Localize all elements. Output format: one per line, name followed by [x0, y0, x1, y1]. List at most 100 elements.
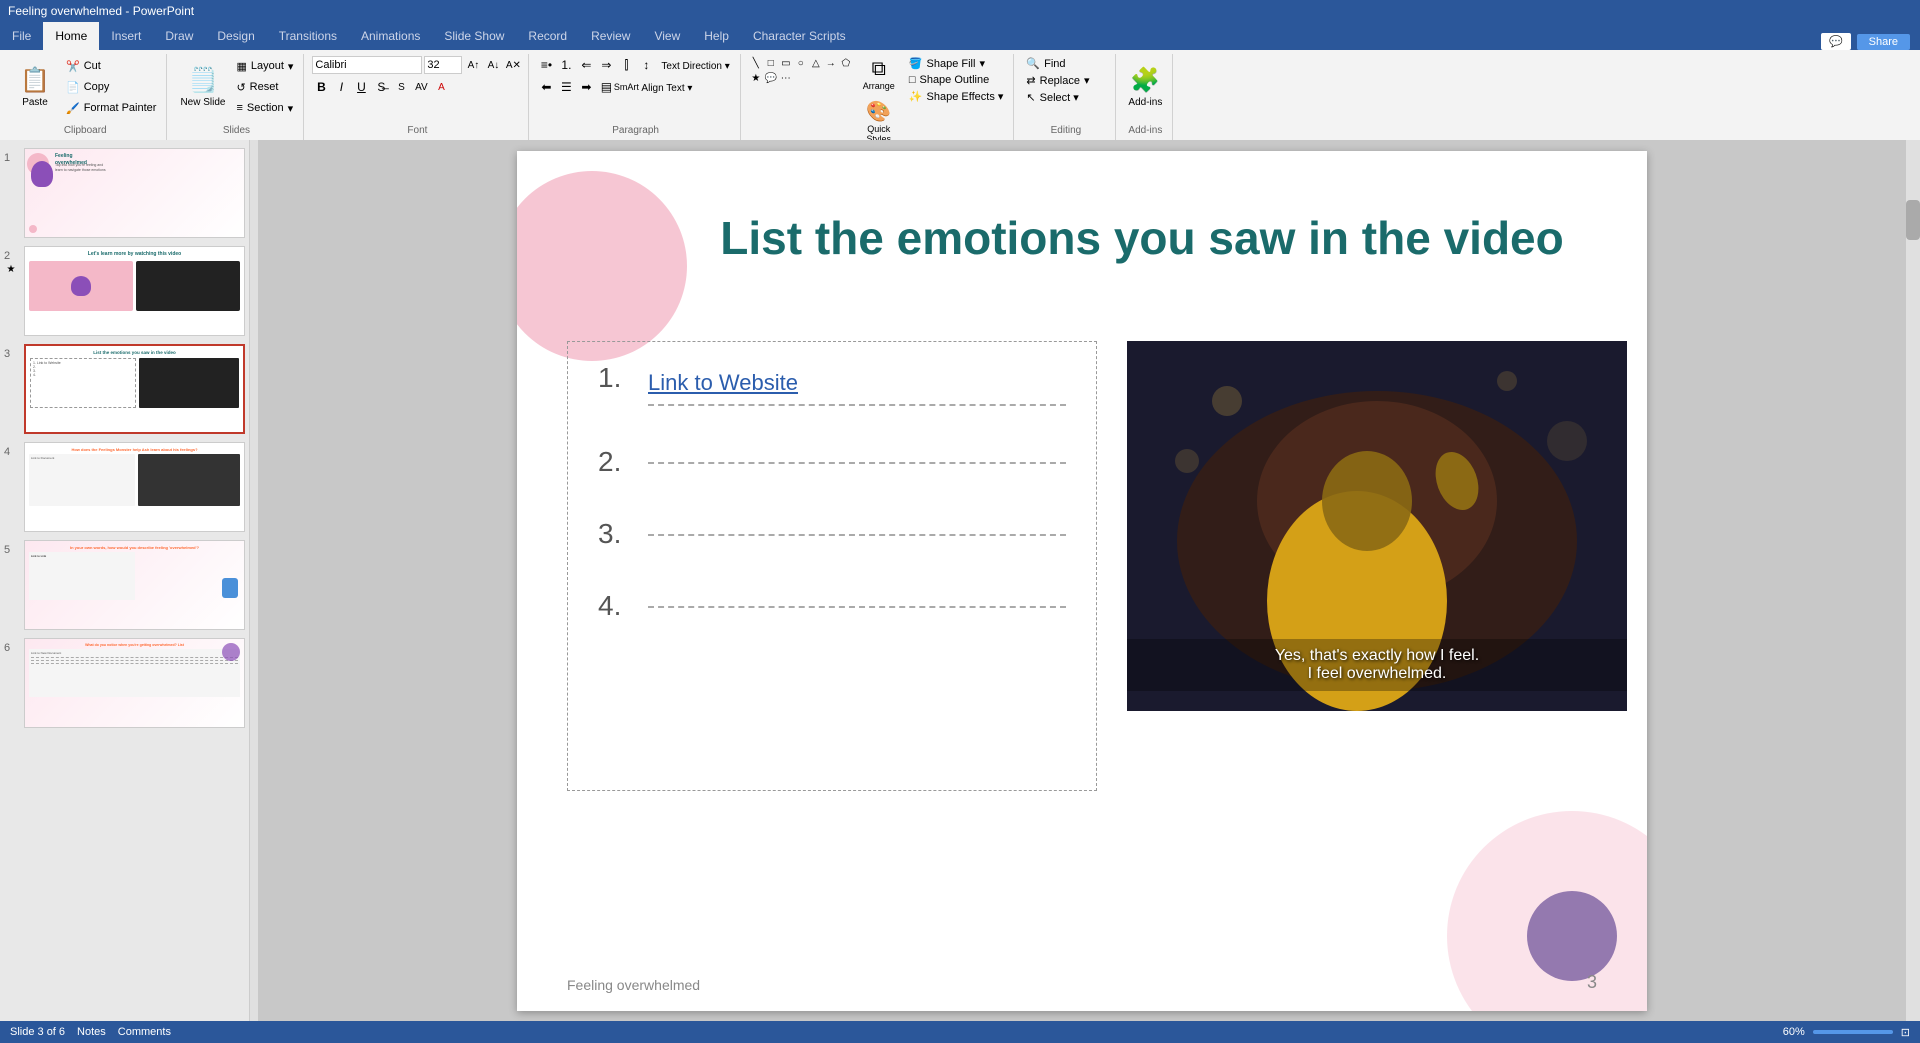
copy-button[interactable]: 📄 Copy: [62, 77, 160, 97]
shape-rect[interactable]: □: [764, 56, 778, 70]
numbering-button[interactable]: 1.: [557, 56, 575, 74]
slide-img-3[interactable]: List the emotions you saw in the video 1…: [24, 344, 245, 434]
quick-styles-button[interactable]: 🎨 Quick Styles: [861, 97, 897, 146]
bold-button[interactable]: B: [312, 78, 330, 96]
right-scrollbar[interactable]: [1906, 140, 1920, 1021]
tab-transitions[interactable]: Transitions: [267, 22, 349, 50]
tab-review[interactable]: Review: [579, 22, 642, 50]
shape-triangle[interactable]: △: [809, 56, 823, 70]
justify-button[interactable]: ▤: [597, 78, 615, 96]
comments-button[interactable]: 💬: [1821, 33, 1851, 50]
canvas-area: List the emotions you saw in the video 1…: [258, 140, 1906, 1021]
section-button[interactable]: ≡ Section ▾: [232, 98, 297, 118]
align-center-button[interactable]: ☰: [557, 78, 575, 96]
strikethrough-button[interactable]: S̶: [372, 78, 390, 96]
addins-button[interactable]: 🧩 Add-ins: [1124, 56, 1166, 116]
layout-button[interactable]: ▦ Layout ▾: [232, 56, 297, 76]
paragraph-label: Paragraph: [537, 125, 733, 138]
shape-rounded-rect[interactable]: ▭: [779, 56, 793, 70]
slide-img-2[interactable]: Let's learn more by watching this video: [24, 246, 245, 336]
paste-button[interactable]: 📋 Paste: [10, 56, 60, 116]
align-right-button[interactable]: ➡: [577, 78, 595, 96]
comments-status-button[interactable]: Comments: [118, 1026, 171, 1038]
increase-indent-button[interactable]: ⇒: [597, 56, 615, 74]
shape-outline-button[interactable]: □ Shape Outline: [905, 73, 1008, 87]
shape-arrow[interactable]: →: [824, 56, 838, 70]
slide-thumb-4[interactable]: 4 How does the Feelings Monster help Ash…: [4, 442, 245, 532]
tab-character-scripts[interactable]: Character Scripts: [741, 22, 858, 50]
section-label: Section: [247, 102, 284, 114]
panel-resizer[interactable]: [250, 140, 258, 1021]
line-spacing-button[interactable]: ↕: [637, 56, 655, 74]
shape-line[interactable]: ╲: [749, 56, 763, 70]
shape-star[interactable]: ★: [749, 71, 763, 85]
slide-thumb-5[interactable]: 5 In your own words, how would you descr…: [4, 540, 245, 630]
tab-file[interactable]: File: [0, 22, 43, 50]
tab-animations[interactable]: Animations: [349, 22, 432, 50]
section-icon: ≡: [236, 102, 242, 114]
font-size-input[interactable]: [424, 56, 462, 74]
slide-img-6[interactable]: What do you notice when you're getting o…: [24, 638, 245, 728]
slide-thumb-6[interactable]: 6 What do you notice when you're getting…: [4, 638, 245, 728]
slide-img-4[interactable]: How does the Feelings Monster help Ash l…: [24, 442, 245, 532]
bullets-button[interactable]: ≡•: [537, 56, 555, 74]
tab-design[interactable]: Design: [205, 22, 266, 50]
slide-thumb-3[interactable]: 3 List the emotions you saw in the video…: [4, 344, 245, 434]
shape-fill-button[interactable]: 🪣 Shape Fill ▾: [905, 56, 1008, 71]
underline-button[interactable]: U: [352, 78, 370, 96]
list-box[interactable]: 1. Link to Website 2. 3.: [567, 341, 1097, 791]
shape-pentagon[interactable]: ⬠: [839, 56, 853, 70]
shape-oval[interactable]: ○: [794, 56, 808, 70]
char-spacing-button[interactable]: AV: [412, 78, 430, 96]
notes-button[interactable]: Notes: [77, 1026, 106, 1038]
new-slide-button[interactable]: 🗒️ New Slide: [175, 56, 230, 116]
paragraph-group: ≡• 1. ⇐ ⇒ ⫿ ↕ Text Direction ▾ ⬅ ☰ ➡ ▤ S…: [531, 54, 740, 140]
arrange-button[interactable]: ⧉ Arrange: [861, 56, 897, 93]
shape-callout[interactable]: 💬: [764, 71, 778, 85]
smart-art-button[interactable]: SmArt: [617, 78, 635, 96]
list-dash-4: [648, 606, 1066, 608]
fit-slide-button[interactable]: ⊡: [1901, 1026, 1910, 1039]
font-color-button[interactable]: A: [432, 78, 450, 96]
tab-slideshow[interactable]: Slide Show: [432, 22, 516, 50]
decrease-indent-button[interactable]: ⇐: [577, 56, 595, 74]
list-item-1: 1. Link to Website: [598, 362, 1066, 406]
shape-fill-icon: 🪣: [909, 57, 923, 70]
tab-home[interactable]: Home: [43, 22, 99, 50]
clear-format-button[interactable]: A✕: [504, 56, 522, 74]
slide-img-1[interactable]: Feelingoverwhelmed Tap into how you're f…: [24, 148, 245, 238]
list-item-4: 4.: [598, 590, 1066, 622]
share-button[interactable]: Share: [1857, 34, 1910, 50]
align-text-button[interactable]: Align Text ▾: [637, 78, 696, 98]
reset-button[interactable]: ↺ Reset: [232, 77, 297, 97]
cut-button[interactable]: ✂️ Cut: [62, 56, 160, 76]
shape-effects-button[interactable]: ✨ Shape Effects ▾: [905, 89, 1008, 104]
replace-button[interactable]: ⇄ Replace ▾: [1022, 73, 1093, 88]
list-num-3: 3.: [598, 518, 638, 550]
tab-draw[interactable]: Draw: [153, 22, 205, 50]
select-button[interactable]: ↖ Select ▾: [1022, 90, 1093, 105]
increase-font-button[interactable]: A↑: [464, 56, 482, 74]
italic-button[interactable]: I: [332, 78, 350, 96]
editing-label: Editing: [1022, 125, 1109, 138]
tab-help[interactable]: Help: [692, 22, 741, 50]
tab-record[interactable]: Record: [516, 22, 579, 50]
format-painter-button[interactable]: 🖌️ Format Painter: [62, 98, 160, 118]
slide-panel[interactable]: 1 Feelingoverwhelmed Tap into how you're…: [0, 140, 250, 1021]
slide-thumb-2[interactable]: 2 ★ Let's learn more by watching this vi…: [4, 246, 245, 336]
slide-img-5[interactable]: In your own words, how would you describ…: [24, 540, 245, 630]
align-left-button[interactable]: ⬅: [537, 78, 555, 96]
text-direction-button[interactable]: Text Direction ▾: [657, 56, 733, 76]
decrease-font-button[interactable]: A↓: [484, 56, 502, 74]
scroll-thumb[interactable]: [1906, 200, 1920, 240]
zoom-slider[interactable]: [1813, 1030, 1893, 1034]
tab-view[interactable]: View: [642, 22, 692, 50]
shadow-button[interactable]: S: [392, 78, 410, 96]
shape-more[interactable]: ⋯: [779, 71, 793, 85]
video-caption-line1: Yes, that's exactly how I feel.: [1135, 647, 1619, 665]
find-button[interactable]: 🔍 Find: [1022, 56, 1093, 71]
columns-button[interactable]: ⫿: [617, 56, 635, 74]
tab-insert[interactable]: Insert: [99, 22, 153, 50]
slide-thumb-1[interactable]: 1 Feelingoverwhelmed Tap into how you're…: [4, 148, 245, 238]
font-name-input[interactable]: [312, 56, 422, 74]
